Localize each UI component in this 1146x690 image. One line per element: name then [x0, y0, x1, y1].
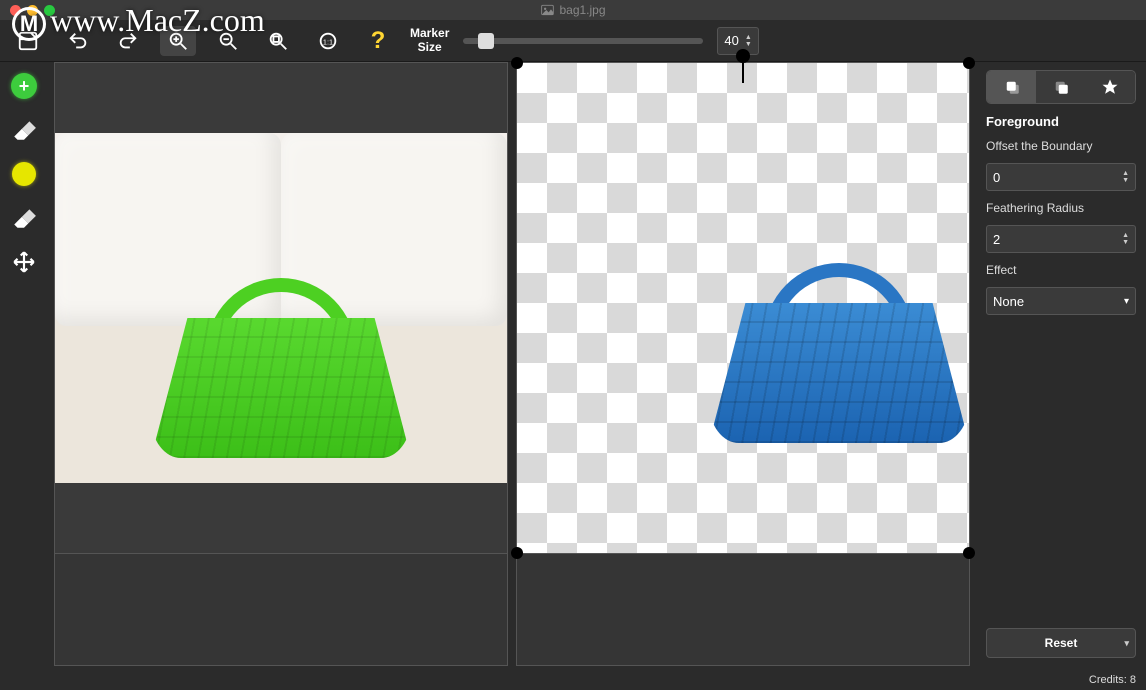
zoom-out-button[interactable]	[210, 26, 246, 56]
crop-handle-bottom-right[interactable]	[963, 547, 975, 559]
marker-size-slider[interactable]	[463, 38, 703, 44]
crop-handle-top-left[interactable]	[511, 57, 523, 69]
feathering-radius-field[interactable]: 2 ▲▼	[986, 225, 1136, 253]
stepper-up-icon[interactable]: ▲	[1122, 170, 1129, 177]
section-title: Foreground	[986, 114, 1136, 129]
window-titlebar: bag1.jpg	[0, 0, 1146, 20]
source-canvas[interactable]	[54, 62, 508, 554]
result-canvas[interactable]	[516, 62, 970, 554]
stepper-down-icon[interactable]: ▼	[1122, 177, 1129, 184]
side-toolbar: +	[0, 62, 48, 666]
eraser-icon	[11, 117, 37, 143]
slider-thumb[interactable]	[478, 33, 494, 49]
effect-label: Effect	[986, 263, 1136, 277]
window-filename: bag1.jpg	[559, 3, 605, 17]
offset-boundary-label: Offset the Boundary	[986, 139, 1136, 153]
stepper-down-icon[interactable]: ▼	[1122, 239, 1129, 246]
plus-circle-icon: +	[11, 73, 37, 99]
window-title: bag1.jpg	[540, 3, 605, 17]
tab-favorites[interactable]	[1086, 71, 1135, 103]
effect-value: None	[993, 294, 1024, 309]
stepper-up-icon[interactable]: ▲	[745, 34, 752, 41]
feathering-radius-label: Feathering Radius	[986, 201, 1136, 215]
move-arrows-icon	[11, 249, 37, 275]
save-icon-button[interactable]	[10, 26, 46, 56]
marker-size-label: Marker Size	[410, 27, 449, 53]
crop-handle-top-right[interactable]	[963, 57, 975, 69]
eraser-foreground-tool[interactable]	[8, 114, 40, 146]
help-icon: ?	[371, 27, 386, 55]
stepper-down-icon[interactable]: ▼	[745, 41, 752, 48]
main-content: +	[0, 62, 1146, 666]
canvas-panels	[48, 62, 976, 666]
source-panel	[54, 62, 508, 666]
add-marker-tool[interactable]: +	[8, 70, 40, 102]
result-panel	[516, 62, 970, 666]
eraser-background-tool[interactable]	[8, 202, 40, 234]
crop-handle-bottom-left[interactable]	[511, 547, 523, 559]
zoom-tool-button[interactable]	[160, 26, 196, 56]
chevron-down-icon: ▾	[1124, 296, 1129, 307]
panel-tabs	[986, 70, 1136, 104]
undo-button[interactable]	[60, 26, 96, 56]
feathering-radius-value: 2	[993, 232, 1000, 247]
credits-text: Credits: 8	[1089, 674, 1136, 686]
image-file-icon	[540, 3, 554, 17]
help-button[interactable]: ?	[360, 26, 396, 56]
yellow-circle-icon	[12, 162, 36, 186]
main-toolbar: 1:1 ? Marker Size 40 ▲ ▼	[0, 20, 1146, 62]
move-tool[interactable]	[8, 246, 40, 278]
status-bar: Credits: 8	[0, 670, 1146, 690]
layers-front-icon	[1003, 78, 1021, 96]
close-window-button[interactable]	[10, 5, 21, 16]
tab-background[interactable]	[1036, 71, 1085, 103]
reset-label: Reset	[1045, 636, 1078, 650]
source-panel-tray	[54, 554, 508, 666]
svg-text:1:1: 1:1	[323, 37, 333, 46]
minimize-window-button[interactable]	[27, 5, 38, 16]
background-marker-tool[interactable]	[8, 158, 40, 190]
offset-boundary-field[interactable]: 0 ▲▼	[986, 163, 1136, 191]
effect-dropdown[interactable]: None ▾	[986, 287, 1136, 315]
reset-button[interactable]: Reset	[986, 628, 1136, 658]
maximize-window-button[interactable]	[44, 5, 55, 16]
zoom-actual-button[interactable]: 1:1	[310, 26, 346, 56]
stepper-up-icon[interactable]: ▲	[1122, 232, 1129, 239]
layers-back-icon	[1052, 78, 1070, 96]
handbag-blue	[709, 263, 969, 443]
tab-foreground[interactable]	[987, 71, 1036, 103]
eraser-icon	[11, 205, 37, 231]
offset-boundary-value: 0	[993, 170, 1000, 185]
zoom-fit-button[interactable]	[260, 26, 296, 56]
rotate-handle[interactable]	[736, 49, 750, 63]
handbag-green	[151, 278, 411, 458]
star-icon	[1101, 78, 1119, 96]
redo-button[interactable]	[110, 26, 146, 56]
source-image	[55, 133, 507, 483]
result-panel-tray	[516, 554, 970, 666]
marker-size-value: 40	[724, 33, 738, 48]
properties-panel: Foreground Offset the Boundary 0 ▲▼ Feat…	[976, 62, 1146, 666]
